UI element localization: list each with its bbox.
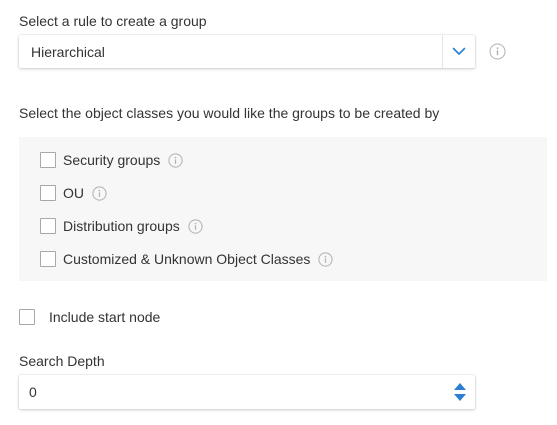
object-classes-panel: Security groups OU Distribution groups C… <box>19 137 547 281</box>
customized-unknown-checkbox[interactable] <box>40 251 56 267</box>
info-icon[interactable] <box>188 218 203 234</box>
rule-select-label: Select a rule to create a group <box>19 13 207 29</box>
search-depth-value: 0 <box>29 384 37 400</box>
object-classes-label: Select the object classes you would like… <box>19 105 440 121</box>
include-start-node-label: Include start node <box>49 309 161 325</box>
info-icon[interactable] <box>318 251 334 267</box>
object-class-option[interactable]: Distribution groups <box>40 217 203 235</box>
include-start-node-checkbox[interactable] <box>19 309 35 325</box>
include-start-node-option[interactable]: Include start node <box>19 308 160 326</box>
rule-select-dropdown[interactable]: Hierarchical <box>19 35 475 68</box>
info-icon[interactable] <box>92 185 107 201</box>
object-class-option[interactable]: Security groups <box>40 151 183 169</box>
distribution-groups-checkbox[interactable] <box>40 218 56 234</box>
search-depth-label: Search Depth <box>19 353 105 369</box>
search-depth-input[interactable]: 0 <box>19 375 475 409</box>
up-down-arrows-icon[interactable] <box>453 382 467 402</box>
object-class-label: OU <box>63 185 84 201</box>
chevron-down-icon[interactable] <box>443 35 475 68</box>
object-class-label: Security groups <box>63 152 161 168</box>
security-groups-checkbox[interactable] <box>40 152 56 168</box>
info-icon[interactable] <box>489 43 506 63</box>
rule-select-value: Hierarchical <box>31 44 105 60</box>
object-class-option[interactable]: OU <box>40 184 107 202</box>
info-icon[interactable] <box>168 152 183 168</box>
object-class-label: Customized & Unknown Object Classes <box>63 251 311 267</box>
ou-checkbox[interactable] <box>40 185 56 201</box>
object-class-label: Distribution groups <box>63 218 180 234</box>
object-class-option[interactable]: Customized & Unknown Object Classes <box>40 250 334 268</box>
